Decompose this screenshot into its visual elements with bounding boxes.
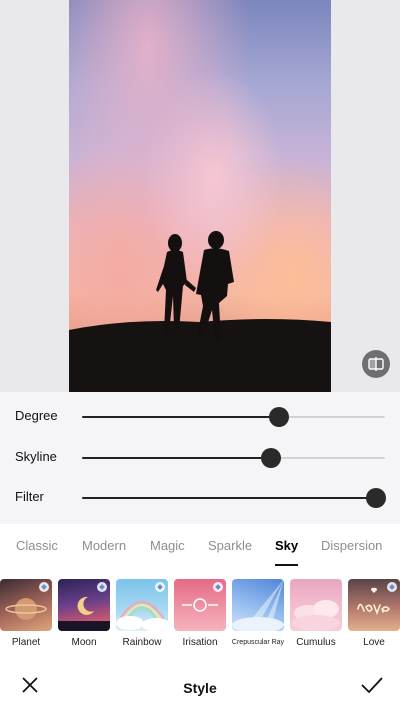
- degree-slider-row: Degree: [0, 405, 400, 429]
- page-title: Style: [183, 680, 217, 696]
- adjustment-panel: Degree Skyline Filter: [0, 392, 400, 524]
- premium-badge-icon: [97, 582, 107, 592]
- filter-label: Filter: [15, 489, 44, 504]
- skyline-slider[interactable]: [82, 448, 385, 468]
- filter-slider-row: Filter: [0, 486, 400, 510]
- irisation-thumbnail: [174, 579, 226, 631]
- filter-slider-thumb[interactable]: [366, 488, 386, 508]
- rainbow-thumbnail: [116, 579, 168, 631]
- cumulus-thumbnail: [290, 579, 342, 631]
- tab-modern[interactable]: Modern: [82, 538, 126, 553]
- tab-magic[interactable]: Magic: [150, 538, 185, 553]
- style-item-planet[interactable]: Planet: [0, 579, 52, 648]
- degree-slider[interactable]: [82, 407, 385, 427]
- moon-thumbnail: [58, 579, 110, 631]
- skyline-slider-row: Skyline: [0, 446, 400, 470]
- preview-area: [0, 0, 400, 392]
- style-category-tabs: Classic Modern Magic Sparkle Sky Dispers…: [0, 524, 400, 568]
- love-thumbnail: [348, 579, 400, 631]
- premium-badge-icon: [387, 582, 397, 592]
- tab-classic[interactable]: Classic: [16, 538, 58, 553]
- confirm-button[interactable]: [358, 671, 386, 699]
- premium-badge-icon: [155, 582, 165, 592]
- compare-button[interactable]: [362, 350, 390, 378]
- bottom-toolbar: Style: [0, 654, 400, 711]
- active-tab-indicator: [275, 564, 298, 566]
- style-item-label: Love: [363, 637, 385, 648]
- sky-style-list: Planet Moon Rainbow Irisation Crepuscula…: [0, 568, 400, 654]
- filter-slider[interactable]: [82, 488, 386, 508]
- style-item-love[interactable]: Love: [348, 579, 400, 648]
- premium-badge-icon: [39, 582, 49, 592]
- tab-sky[interactable]: Sky: [275, 538, 298, 553]
- skyline-label: Skyline: [15, 449, 57, 464]
- degree-label: Degree: [15, 408, 58, 423]
- style-item-crepuscular-ray[interactable]: Crepuscular Ray: [232, 579, 284, 646]
- crepuscular-ray-thumbnail: [232, 579, 284, 631]
- style-item-rainbow[interactable]: Rainbow: [116, 579, 168, 648]
- photo-preview[interactable]: [69, 0, 331, 392]
- style-item-irisation[interactable]: Irisation: [174, 579, 226, 648]
- couple-silhouette: [69, 231, 331, 392]
- tab-sparkle[interactable]: Sparkle: [208, 538, 252, 553]
- tab-dispersion[interactable]: Dispersion: [321, 538, 382, 553]
- degree-slider-thumb[interactable]: [269, 407, 289, 427]
- planet-thumbnail: [0, 579, 52, 631]
- premium-badge-icon: [213, 582, 223, 592]
- style-item-moon[interactable]: Moon: [58, 579, 110, 648]
- skyline-slider-thumb[interactable]: [261, 448, 281, 468]
- checkmark-icon: [361, 677, 383, 694]
- style-item-cumulus[interactable]: Cumulus: [290, 579, 342, 648]
- compare-icon: [368, 357, 384, 371]
